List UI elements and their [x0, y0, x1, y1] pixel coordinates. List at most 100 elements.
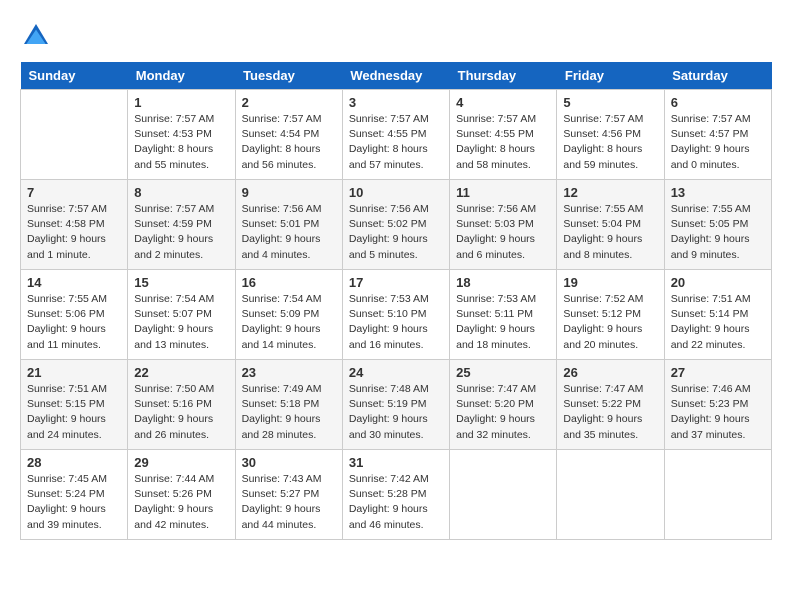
- day-number: 25: [456, 365, 550, 380]
- calendar-cell: 24 Sunrise: 7:48 AM Sunset: 5:19 PM Dayli…: [342, 360, 449, 450]
- calendar-cell: 7 Sunrise: 7:57 AM Sunset: 4:58 PM Daylig…: [21, 180, 128, 270]
- week-row-4: 21 Sunrise: 7:51 AM Sunset: 5:15 PM Dayli…: [21, 360, 772, 450]
- day-info: Sunrise: 7:54 AM Sunset: 5:07 PM Dayligh…: [134, 292, 228, 353]
- calendar-cell: [450, 450, 557, 540]
- weekday-header-row: SundayMondayTuesdayWednesdayThursdayFrid…: [21, 62, 772, 90]
- calendar-cell: 13 Sunrise: 7:55 AM Sunset: 5:05 PM Dayli…: [664, 180, 771, 270]
- calendar-cell: [664, 450, 771, 540]
- weekday-header-monday: Monday: [128, 62, 235, 90]
- day-info: Sunrise: 7:57 AM Sunset: 4:58 PM Dayligh…: [27, 202, 121, 263]
- weekday-header-wednesday: Wednesday: [342, 62, 449, 90]
- calendar-cell: 29 Sunrise: 7:44 AM Sunset: 5:26 PM Dayli…: [128, 450, 235, 540]
- day-info: Sunrise: 7:57 AM Sunset: 4:59 PM Dayligh…: [134, 202, 228, 263]
- weekday-header-thursday: Thursday: [450, 62, 557, 90]
- day-info: Sunrise: 7:52 AM Sunset: 5:12 PM Dayligh…: [563, 292, 657, 353]
- day-info: Sunrise: 7:47 AM Sunset: 5:20 PM Dayligh…: [456, 382, 550, 443]
- calendar-cell: 6 Sunrise: 7:57 AM Sunset: 4:57 PM Daylig…: [664, 90, 771, 180]
- calendar-cell: [21, 90, 128, 180]
- day-number: 12: [563, 185, 657, 200]
- day-info: Sunrise: 7:46 AM Sunset: 5:23 PM Dayligh…: [671, 382, 765, 443]
- calendar-cell: 26Sunrise: 7:47 AM Sunset: 5:22 PM Dayli…: [557, 360, 664, 450]
- day-info: Sunrise: 7:56 AM Sunset: 5:02 PM Dayligh…: [349, 202, 443, 263]
- day-number: 27: [671, 365, 765, 380]
- calendar-cell: 27 Sunrise: 7:46 AM Sunset: 5:23 PM Dayli…: [664, 360, 771, 450]
- day-info: Sunrise: 7:57 AM Sunset: 4:57 PM Dayligh…: [671, 112, 765, 173]
- day-info: Sunrise: 7:56 AM Sunset: 5:03 PM Dayligh…: [456, 202, 550, 263]
- day-number: 18: [456, 275, 550, 290]
- day-info: Sunrise: 7:56 AM Sunset: 5:01 PM Dayligh…: [242, 202, 336, 263]
- calendar-cell: 18 Sunrise: 7:53 AM Sunset: 5:11 PM Dayli…: [450, 270, 557, 360]
- calendar-cell: 5 Sunrise: 7:57 AM Sunset: 4:56 PM Daylig…: [557, 90, 664, 180]
- day-info: Sunrise: 7:55 AM Sunset: 5:04 PM Dayligh…: [563, 202, 657, 263]
- day-info: Sunrise: 7:49 AM Sunset: 5:18 PM Dayligh…: [242, 382, 336, 443]
- day-number: 15: [134, 275, 228, 290]
- day-number: 9: [242, 185, 336, 200]
- day-info: Sunrise: 7:45 AM Sunset: 5:24 PM Dayligh…: [27, 472, 121, 533]
- day-number: 30: [242, 455, 336, 470]
- day-number: 20: [671, 275, 765, 290]
- logo-icon: [20, 20, 52, 52]
- day-number: 5: [563, 95, 657, 110]
- weekday-header-tuesday: Tuesday: [235, 62, 342, 90]
- week-row-2: 7 Sunrise: 7:57 AM Sunset: 4:58 PM Daylig…: [21, 180, 772, 270]
- calendar-cell: 11 Sunrise: 7:56 AM Sunset: 5:03 PM Dayli…: [450, 180, 557, 270]
- week-row-1: 1 Sunrise: 7:57 AM Sunset: 4:53 PM Daylig…: [21, 90, 772, 180]
- day-number: 31: [349, 455, 443, 470]
- day-number: 21: [27, 365, 121, 380]
- day-number: 10: [349, 185, 443, 200]
- day-info: Sunrise: 7:51 AM Sunset: 5:15 PM Dayligh…: [27, 382, 121, 443]
- day-number: 23: [242, 365, 336, 380]
- day-number: 1: [134, 95, 228, 110]
- day-number: 4: [456, 95, 550, 110]
- day-info: Sunrise: 7:57 AM Sunset: 4:55 PM Dayligh…: [456, 112, 550, 173]
- day-info: Sunrise: 7:57 AM Sunset: 4:55 PM Dayligh…: [349, 112, 443, 173]
- day-number: 11: [456, 185, 550, 200]
- day-info: Sunrise: 7:57 AM Sunset: 4:54 PM Dayligh…: [242, 112, 336, 173]
- day-info: Sunrise: 7:57 AM Sunset: 4:53 PM Dayligh…: [134, 112, 228, 173]
- calendar-cell: [557, 450, 664, 540]
- day-info: Sunrise: 7:44 AM Sunset: 5:26 PM Dayligh…: [134, 472, 228, 533]
- day-number: 7: [27, 185, 121, 200]
- day-number: 6: [671, 95, 765, 110]
- calendar-cell: 17Sunrise: 7:53 AM Sunset: 5:10 PM Dayli…: [342, 270, 449, 360]
- day-number: 28: [27, 455, 121, 470]
- calendar-cell: 22Sunrise: 7:50 AM Sunset: 5:16 PM Dayli…: [128, 360, 235, 450]
- day-info: Sunrise: 7:57 AM Sunset: 4:56 PM Dayligh…: [563, 112, 657, 173]
- day-info: Sunrise: 7:51 AM Sunset: 5:14 PM Dayligh…: [671, 292, 765, 353]
- calendar-cell: 2 Sunrise: 7:57 AM Sunset: 4:54 PM Daylig…: [235, 90, 342, 180]
- calendar-cell: 16Sunrise: 7:54 AM Sunset: 5:09 PM Dayli…: [235, 270, 342, 360]
- day-number: 16: [242, 275, 336, 290]
- calendar-table: SundayMondayTuesdayWednesdayThursdayFrid…: [20, 62, 772, 540]
- calendar-cell: 19Sunrise: 7:52 AM Sunset: 5:12 PM Dayli…: [557, 270, 664, 360]
- calendar-cell: 1 Sunrise: 7:57 AM Sunset: 4:53 PM Daylig…: [128, 90, 235, 180]
- week-row-3: 14Sunrise: 7:55 AM Sunset: 5:06 PM Dayli…: [21, 270, 772, 360]
- day-number: 17: [349, 275, 443, 290]
- weekday-header-sunday: Sunday: [21, 62, 128, 90]
- day-number: 3: [349, 95, 443, 110]
- calendar-cell: 12 Sunrise: 7:55 AM Sunset: 5:04 PM Dayli…: [557, 180, 664, 270]
- day-number: 24: [349, 365, 443, 380]
- logo: [20, 20, 58, 52]
- calendar-cell: 28 Sunrise: 7:45 AM Sunset: 5:24 PM Dayli…: [21, 450, 128, 540]
- calendar-cell: 25 Sunrise: 7:47 AM Sunset: 5:20 PM Dayli…: [450, 360, 557, 450]
- day-number: 13: [671, 185, 765, 200]
- calendar-cell: 8Sunrise: 7:57 AM Sunset: 4:59 PM Daylig…: [128, 180, 235, 270]
- day-info: Sunrise: 7:47 AM Sunset: 5:22 PM Dayligh…: [563, 382, 657, 443]
- day-info: Sunrise: 7:53 AM Sunset: 5:11 PM Dayligh…: [456, 292, 550, 353]
- day-number: 2: [242, 95, 336, 110]
- day-info: Sunrise: 7:55 AM Sunset: 5:06 PM Dayligh…: [27, 292, 121, 353]
- calendar-cell: 21 Sunrise: 7:51 AM Sunset: 5:15 PM Dayli…: [21, 360, 128, 450]
- calendar-cell: 4 Sunrise: 7:57 AM Sunset: 4:55 PM Daylig…: [450, 90, 557, 180]
- calendar-cell: 15 Sunrise: 7:54 AM Sunset: 5:07 PM Dayli…: [128, 270, 235, 360]
- day-info: Sunrise: 7:55 AM Sunset: 5:05 PM Dayligh…: [671, 202, 765, 263]
- day-number: 29: [134, 455, 228, 470]
- day-info: Sunrise: 7:42 AM Sunset: 5:28 PM Dayligh…: [349, 472, 443, 533]
- calendar-cell: 20 Sunrise: 7:51 AM Sunset: 5:14 PM Dayli…: [664, 270, 771, 360]
- day-info: Sunrise: 7:48 AM Sunset: 5:19 PM Dayligh…: [349, 382, 443, 443]
- calendar-cell: 14Sunrise: 7:55 AM Sunset: 5:06 PM Dayli…: [21, 270, 128, 360]
- calendar-cell: 31 Sunrise: 7:42 AM Sunset: 5:28 PM Dayli…: [342, 450, 449, 540]
- day-info: Sunrise: 7:43 AM Sunset: 5:27 PM Dayligh…: [242, 472, 336, 533]
- calendar-cell: 9 Sunrise: 7:56 AM Sunset: 5:01 PM Daylig…: [235, 180, 342, 270]
- calendar-cell: 3 Sunrise: 7:57 AM Sunset: 4:55 PM Daylig…: [342, 90, 449, 180]
- day-number: 22: [134, 365, 228, 380]
